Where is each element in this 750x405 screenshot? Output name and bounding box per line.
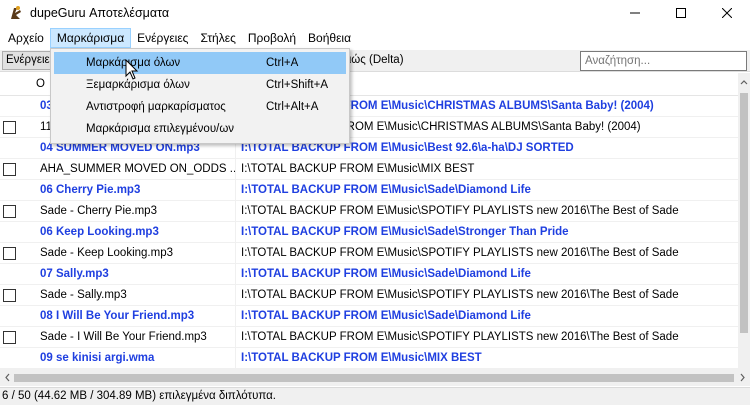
mark-checkbox[interactable] xyxy=(3,163,16,176)
filename-cell: AHA_SUMMER MOVED ON_ODDS ... xyxy=(40,163,235,175)
mark-checkbox[interactable] xyxy=(3,205,16,218)
scroll-up-icon[interactable] xyxy=(738,77,750,87)
dupeguru-app-icon xyxy=(11,6,21,19)
mark-checkbox[interactable] xyxy=(3,331,16,344)
menu-bar: Αρχείο Μαρκάρισμα Ενέργειες Στήλες Προβο… xyxy=(0,28,750,48)
menu-actions[interactable]: Ενέργειες xyxy=(131,28,194,48)
vertical-scrollbar[interactable] xyxy=(738,73,750,369)
filename-cell: Sade - Keep Looking.mp3 xyxy=(40,247,173,259)
minimize-button[interactable] xyxy=(612,0,658,26)
column-header-name[interactable]: Ο xyxy=(30,73,45,96)
mouse-cursor-icon xyxy=(125,59,139,80)
delta-values-toggle[interactable]: λιώς (Delta) xyxy=(343,54,404,66)
menu-item-invert-marking[interactable]: Αντιστροφή μαρκαρίσματος Ctrl+Alt+A xyxy=(54,96,346,118)
scroll-right-icon[interactable] xyxy=(738,369,748,386)
menu-columns[interactable]: Στήλες xyxy=(194,28,241,48)
actions-button[interactable]: Ενέργειες xyxy=(2,51,54,70)
minimize-icon xyxy=(630,12,640,14)
filename-cell: Sade - Cherry Pie.mp3 xyxy=(40,205,157,217)
table-row[interactable]: Sade - Cherry Pie.mp3 I:\TOTAL BACKUP FRO… xyxy=(0,201,738,222)
folder-cell: I:\TOTAL BACKUP FROM E\Music\Sade\Diamon… xyxy=(241,268,531,280)
folder-cell: I:\TOTAL BACKUP FROM E\Music\Sade\Diamon… xyxy=(241,184,531,196)
table-row[interactable]: Sade - Sally.mp3 I:\TOTAL BACKUP FROM E\M… xyxy=(0,285,738,306)
title-bar: dupeGuru Αποτελέσματα xyxy=(0,0,750,26)
menu-item-mark-selected[interactable]: Μαρκάρισμα επιλεγμένου/ων xyxy=(54,118,346,140)
horizontal-scrollbar[interactable] xyxy=(0,369,750,386)
filename-cell: 06 Cherry Pie.mp3 xyxy=(40,184,141,196)
filename-cell: Sade - Sally.mp3 xyxy=(40,289,127,301)
menu-item-mark-all[interactable]: Μαρκάρισμα όλων Ctrl+A xyxy=(54,52,346,74)
filename-cell: 09 se kinisi argi.wma xyxy=(40,352,155,364)
close-icon xyxy=(722,8,732,18)
menu-item-unmark-all[interactable]: Ξεμαρκάρισμα όλων Ctrl+Shift+A xyxy=(54,74,346,96)
table-row[interactable]: 07 Sally.mp3 I:\TOTAL BACKUP FROM E\Music… xyxy=(0,264,738,285)
mark-menu-dropdown: Μαρκάρισμα όλων Ctrl+A Ξεμαρκάρισμα όλων… xyxy=(50,48,350,144)
menu-mark[interactable]: Μαρκάρισμα xyxy=(49,28,132,48)
filename-cell: 08 I Will Be Your Friend.mp3 xyxy=(40,310,195,322)
folder-cell: I:\TOTAL BACKUP FROM E\Music\SPOTIFY PLA… xyxy=(241,289,679,301)
folder-cell: I:\TOTAL BACKUP FROM E\Music\MIX BEST xyxy=(241,163,475,175)
folder-cell: I:\TOTAL BACKUP FROM E\Music\SPOTIFY PLA… xyxy=(241,205,679,217)
folder-cell: I:\TOTAL BACKUP FROM E\Music\Sade\Strong… xyxy=(241,226,569,238)
filename-cell: 07 Sally.mp3 xyxy=(40,268,109,280)
folder-cell: I:\TOTAL BACKUP FROM E\Music\Sade\Diamon… xyxy=(241,310,531,322)
menu-view[interactable]: Προβολή xyxy=(242,28,302,48)
close-button[interactable] xyxy=(704,0,750,26)
filename-cell: Sade - I Will Be Your Friend.mp3 xyxy=(40,331,207,343)
mark-checkbox[interactable] xyxy=(3,247,16,260)
horizontal-scroll-thumb[interactable] xyxy=(14,374,734,382)
table-row[interactable]: 06 Cherry Pie.mp3 I:\TOTAL BACKUP FROM E\… xyxy=(0,180,738,201)
maximize-icon xyxy=(676,8,686,18)
menu-file[interactable]: Αρχείο xyxy=(2,28,50,48)
folder-cell: I:\TOTAL BACKUP FROM E\Music\MIX BEST xyxy=(241,352,482,364)
maximize-button[interactable] xyxy=(658,0,704,26)
table-row[interactable]: Sade - Keep Looking.mp3 I:\TOTAL BACKUP F… xyxy=(0,243,738,264)
table-row[interactable]: 09 se kinisi argi.wma I:\TOTAL BACKUP FRO… xyxy=(0,348,738,369)
folder-cell: I:\TOTAL BACKUP FROM E\Music\SPOTIFY PLA… xyxy=(241,247,679,259)
scroll-left-icon[interactable] xyxy=(2,369,12,386)
window-title: dupeGuru Αποτελέσματα xyxy=(30,6,170,20)
mark-checkbox[interactable] xyxy=(3,289,16,302)
folder-cell: I:\TOTAL BACKUP FROM E\Music\SPOTIFY PLA… xyxy=(241,331,679,343)
vertical-scroll-thumb[interactable] xyxy=(740,93,748,333)
table-row[interactable]: Sade - I Will Be Your Friend.mp3 I:\TOTAL… xyxy=(0,327,738,348)
filename-cell: 06 Keep Looking.mp3 xyxy=(40,226,159,238)
mark-checkbox[interactable] xyxy=(3,121,16,134)
table-row[interactable]: 08 I Will Be Your Friend.mp3 I:\TOTAL BAC… xyxy=(0,306,738,327)
table-row[interactable]: AHA_SUMMER MOVED ON_ODDS ... I:\TOTAL BAC… xyxy=(0,159,738,180)
table-row[interactable]: 06 Keep Looking.mp3 I:\TOTAL BACKUP FROM … xyxy=(0,222,738,243)
search-input[interactable] xyxy=(580,51,747,71)
status-bar: 6 / 50 (44.62 MB / 304.89 MB) επιλεγμένα… xyxy=(0,387,750,405)
menu-help[interactable]: Βοήθεια xyxy=(302,28,357,48)
